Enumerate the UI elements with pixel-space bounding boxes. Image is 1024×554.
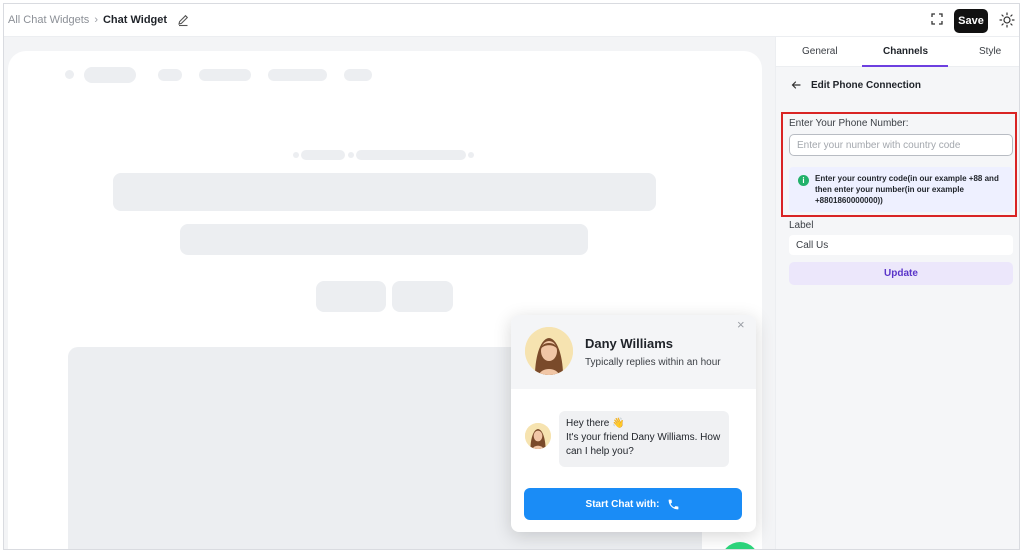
- arrow-left-icon[interactable]: [790, 79, 802, 91]
- start-chat-button[interactable]: Start Chat with:: [524, 488, 742, 520]
- chat-popup-header: Dany Williams Typically replies within a…: [511, 315, 756, 389]
- edit-icon[interactable]: [176, 13, 190, 27]
- breadcrumb-parent-link[interactable]: All Chat Widgets: [8, 14, 89, 26]
- panel-title: Edit Phone Connection: [811, 79, 921, 91]
- expand-icon[interactable]: [930, 12, 944, 26]
- skeleton-nav-item: [158, 69, 182, 81]
- agent-avatar: [525, 327, 573, 375]
- message-bubble: Hey there 👋 It's your friend Dany Willia…: [559, 411, 729, 467]
- info-note-text: Enter your country code(in our example +…: [815, 174, 999, 205]
- phone-icon: [669, 499, 679, 509]
- save-button[interactable]: Save: [954, 9, 988, 33]
- skeleton-kicker: [301, 150, 345, 160]
- info-icon: i: [798, 175, 809, 186]
- message-greeting: Hey there 👋: [566, 418, 625, 429]
- skeleton-dot: [348, 152, 354, 158]
- info-note: i Enter your country code(in our example…: [789, 167, 1013, 212]
- settings-panel: General Channels Style Edit Phone Connec…: [775, 37, 1019, 549]
- app-window: All Chat Widgets › Chat Widget Save Dany…: [3, 3, 1020, 550]
- breadcrumb: All Chat Widgets › Chat Widget: [8, 13, 190, 27]
- label-field-title: Label: [789, 220, 814, 231]
- panel-header: Edit Phone Connection: [790, 79, 921, 91]
- settings-tabs: General Channels Style: [776, 37, 1019, 67]
- tab-style[interactable]: Style: [979, 46, 1001, 57]
- skeleton-subheadline: [180, 224, 588, 255]
- breadcrumb-separator: ›: [94, 14, 98, 26]
- skeleton-logo: [65, 70, 74, 79]
- skeleton-button: [392, 281, 453, 312]
- start-chat-label: Start Chat with:: [585, 498, 660, 510]
- label-input[interactable]: [789, 235, 1013, 255]
- message-text: It's your friend Dany Williams. How can …: [566, 432, 721, 457]
- page-title: Chat Widget: [102, 14, 168, 26]
- skeleton-dot: [293, 152, 299, 158]
- sun-icon[interactable]: [999, 12, 1015, 28]
- update-button[interactable]: Update: [789, 262, 1013, 285]
- agent-name: Dany Williams: [585, 336, 674, 351]
- phone-number-label: Enter Your Phone Number:: [789, 118, 909, 129]
- skeleton-nav-item: [199, 69, 251, 81]
- skeleton-button: [316, 281, 386, 312]
- active-tab-indicator: [862, 65, 948, 67]
- top-bar: All Chat Widgets › Chat Widget Save: [4, 4, 1019, 37]
- agent-status: Typically replies within an hour: [585, 357, 721, 368]
- tab-general[interactable]: General: [802, 46, 838, 57]
- tab-channels[interactable]: Channels: [883, 46, 928, 57]
- skeleton-nav-item: [84, 67, 136, 83]
- skeleton-nav-item: [344, 69, 372, 81]
- chat-popup: Dany Williams Typically replies within a…: [511, 315, 756, 532]
- skeleton-headline: [113, 173, 656, 211]
- preview-canvas: Dany Williams Typically replies within a…: [4, 37, 775, 549]
- skeleton-dot: [468, 152, 474, 158]
- close-icon[interactable]: ×: [737, 317, 745, 332]
- message-avatar: [525, 423, 551, 449]
- skeleton-kicker: [356, 150, 466, 160]
- skeleton-nav-item: [268, 69, 327, 81]
- phone-number-input[interactable]: [789, 134, 1013, 156]
